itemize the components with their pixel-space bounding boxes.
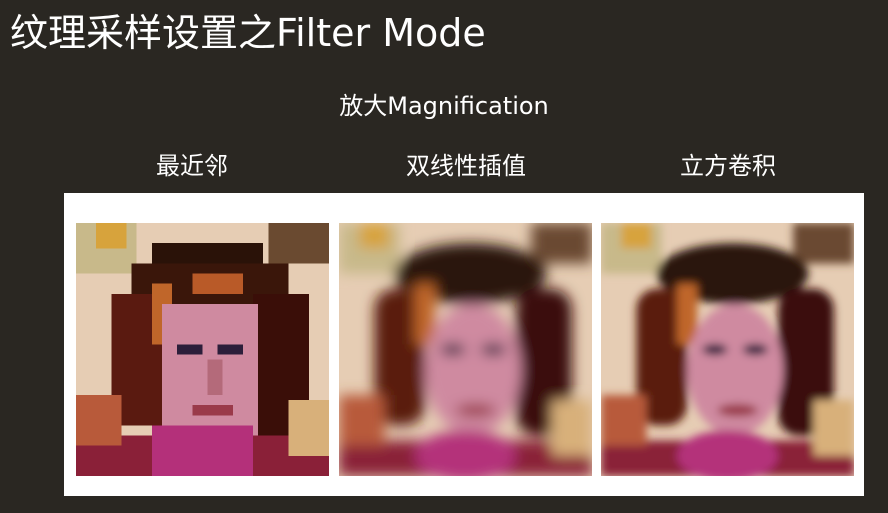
column-label-bilinear: 双线性插值 [406, 152, 526, 180]
portrait-image-nearest [76, 223, 329, 476]
slide-title: 纹理采样设置之Filter Mode [10, 11, 486, 55]
portrait-image-bicubic [601, 223, 854, 476]
portrait-image-bilinear [339, 223, 592, 476]
column-label-nearest: 最近邻 [156, 152, 228, 180]
slide-subtitle: 放大Magnification [339, 92, 549, 120]
column-label-bicubic: 立方卷积 [680, 152, 776, 180]
comparison-panel [64, 193, 864, 496]
